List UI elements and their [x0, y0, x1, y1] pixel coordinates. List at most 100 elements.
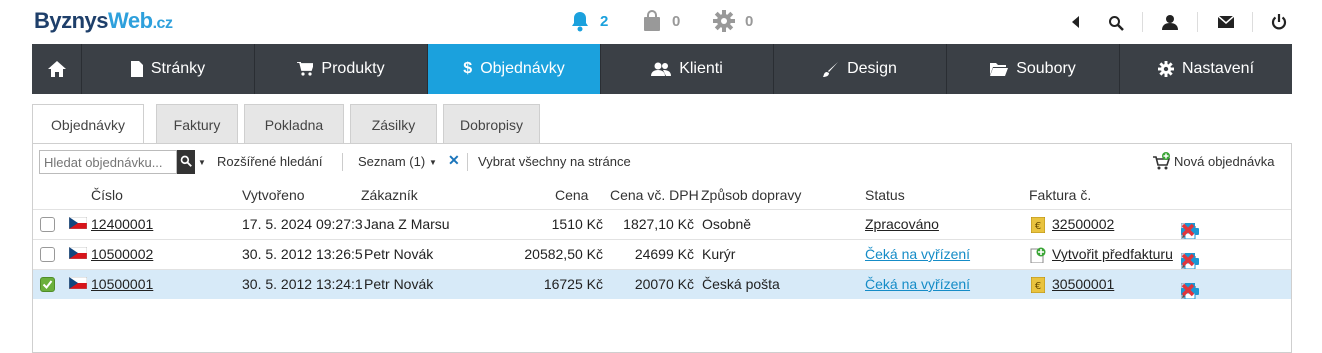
page-icon [130, 61, 143, 77]
row-checkbox[interactable] [40, 277, 55, 292]
search-button[interactable] [177, 150, 195, 174]
nav-item-produkty[interactable]: Produkty [255, 44, 428, 94]
orders-panel: ▼ Rozšířené hledání Seznam (1) ▼ ✕ Vybra… [32, 143, 1292, 353]
notifications-tasks[interactable]: 0 [713, 10, 753, 32]
nav-item-nastaveni[interactable]: Nastavení [1120, 44, 1292, 94]
settings-icon [1157, 61, 1174, 77]
order-number: 10500002 [91, 246, 153, 262]
chevron-down-icon[interactable]: ▼ [429, 158, 437, 167]
column-header[interactable]: Status [865, 187, 905, 203]
column-header[interactable]: Cena vč. DPH [610, 187, 699, 203]
row-checkbox[interactable] [40, 247, 55, 262]
order-number-link[interactable]: 12400001 [91, 216, 153, 232]
czech-flag-icon [68, 246, 88, 262]
nav-label: Design [847, 60, 897, 77]
nav-item-objednavky[interactable]: $ Objednávky [428, 44, 601, 94]
chevron-down-icon[interactable]: ▼ [198, 158, 206, 167]
nav-label: Nastavení [1181, 60, 1255, 77]
mail-icon[interactable] [1218, 16, 1234, 28]
nav-label: Objednávky [480, 60, 565, 77]
nav-label: Produkty [321, 60, 385, 77]
created-date: 30. 5. 2012 13:24:1 [242, 276, 363, 292]
search-icon[interactable] [1108, 15, 1124, 31]
table-header: Číslo Vytvořeno Zákazník Cena Cena vč. D… [33, 182, 1291, 210]
customer-name: Jana Z Marsu [364, 216, 450, 232]
tab-dobropisy[interactable]: Dobropisy [443, 104, 540, 144]
tab-zasilky[interactable]: Zásilky [350, 104, 437, 144]
column-header[interactable]: Faktura č. [1029, 187, 1091, 203]
order-number: 10500001 [91, 276, 153, 292]
status: Zpracováno [865, 216, 939, 232]
orders-count: 0 [672, 12, 681, 30]
customer-name: Petr Novák [364, 246, 434, 262]
table-row[interactable]: 10500002 30. 5. 2012 13:26:5 Petr Novák … [33, 239, 1291, 269]
created-date: 30. 5. 2012 13:26:5 [242, 246, 363, 262]
tasks-count: 0 [745, 12, 754, 30]
status-link[interactable]: Čeká na vyřízení [865, 276, 970, 292]
delete-icon[interactable] [1181, 253, 1195, 267]
order-number-link[interactable]: 10500001 [91, 276, 153, 292]
price: 16725 Kč [543, 276, 603, 292]
shopping-bag-icon [642, 10, 662, 32]
column-header[interactable]: Číslo [91, 187, 123, 203]
nav-item-soubory[interactable]: Soubory [947, 44, 1120, 94]
logo[interactable]: ByznysWeb.cz [34, 8, 173, 34]
tab-pokladna[interactable]: Pokladna [244, 104, 344, 144]
add-cart-icon[interactable] [1153, 152, 1171, 173]
dollar-icon: $ [463, 60, 473, 77]
svg-text:€: € [1035, 221, 1041, 232]
nav-label: Klienti [679, 60, 723, 77]
delete-icon[interactable] [1181, 223, 1195, 237]
nav-item-klienti[interactable]: Klienti [601, 44, 774, 94]
price-vat: 24699 Kč [634, 246, 694, 262]
table-row[interactable]: 10500001 30. 5. 2012 13:24:1 Petr Novák … [33, 269, 1291, 299]
svg-text:€: € [1035, 281, 1041, 292]
nav-item-design[interactable]: Design [774, 44, 947, 94]
brush-icon [823, 61, 839, 77]
price: 1510 Kč [551, 216, 603, 232]
notifications-orders[interactable]: 0 [642, 10, 680, 32]
collapse-left-icon[interactable] [1072, 16, 1080, 28]
czech-flag-icon [68, 276, 88, 292]
row-checkbox[interactable] [40, 217, 55, 232]
sub-tabs: Objednávky Faktury Pokladna Zásilky Dobr… [32, 104, 540, 145]
divider [1197, 12, 1198, 32]
search-input[interactable] [39, 150, 177, 174]
column-header[interactable]: Cena [555, 187, 588, 203]
divider [342, 153, 343, 171]
order-number: 12400001 [91, 216, 153, 232]
tab-objednavky[interactable]: Objednávky [32, 104, 144, 145]
divider [1142, 12, 1143, 32]
home-icon [47, 61, 66, 77]
invoice-link[interactable]: 32500002 [1052, 216, 1114, 232]
czech-flag-icon [68, 216, 88, 232]
tab-faktury[interactable]: Faktury [156, 104, 238, 144]
create-proforma-link[interactable]: Vytvořit předfakturu [1052, 246, 1173, 262]
list-selector[interactable]: Seznam (1) [358, 154, 425, 169]
select-all-link[interactable]: Vybrat všechny na stránce [478, 154, 631, 169]
shipping-method: Osobně [702, 216, 752, 232]
status-link[interactable]: Zpracováno [865, 216, 939, 232]
column-header[interactable]: Způsob dopravy [701, 187, 801, 203]
table-row[interactable]: 12400001 17. 5. 2024 09:27:3 Jana Z Mars… [33, 209, 1291, 239]
home-button[interactable] [32, 44, 82, 94]
column-header[interactable]: Vytvořeno [242, 187, 305, 203]
notifications-alerts[interactable]: 2 [570, 10, 608, 32]
delete-icon[interactable] [1181, 283, 1195, 297]
nav-item-stranky[interactable]: Stránky [82, 44, 255, 94]
user-icon[interactable] [1162, 14, 1178, 30]
order-number-link[interactable]: 10500002 [91, 246, 153, 262]
divider [467, 153, 468, 171]
new-order-button[interactable]: Nová objednávka [1174, 154, 1274, 169]
status-link[interactable]: Čeká na vyřízení [865, 246, 970, 262]
main-nav: Stránky Produkty $ Objednávky Klienti De… [32, 44, 1292, 94]
created-date: 17. 5. 2024 09:27:3 [242, 216, 363, 232]
shipping-method: Česká pošta [702, 276, 780, 292]
create-invoice-icon [1030, 247, 1046, 266]
invoice-link[interactable]: 30500001 [1052, 276, 1114, 292]
column-header[interactable]: Zákazník [361, 187, 418, 203]
advanced-search-link[interactable]: Rozšířené hledání [217, 154, 323, 169]
clear-icon[interactable]: ✕ [448, 152, 460, 169]
euro-invoice-icon: € [1030, 216, 1046, 236]
power-icon[interactable] [1271, 14, 1287, 30]
